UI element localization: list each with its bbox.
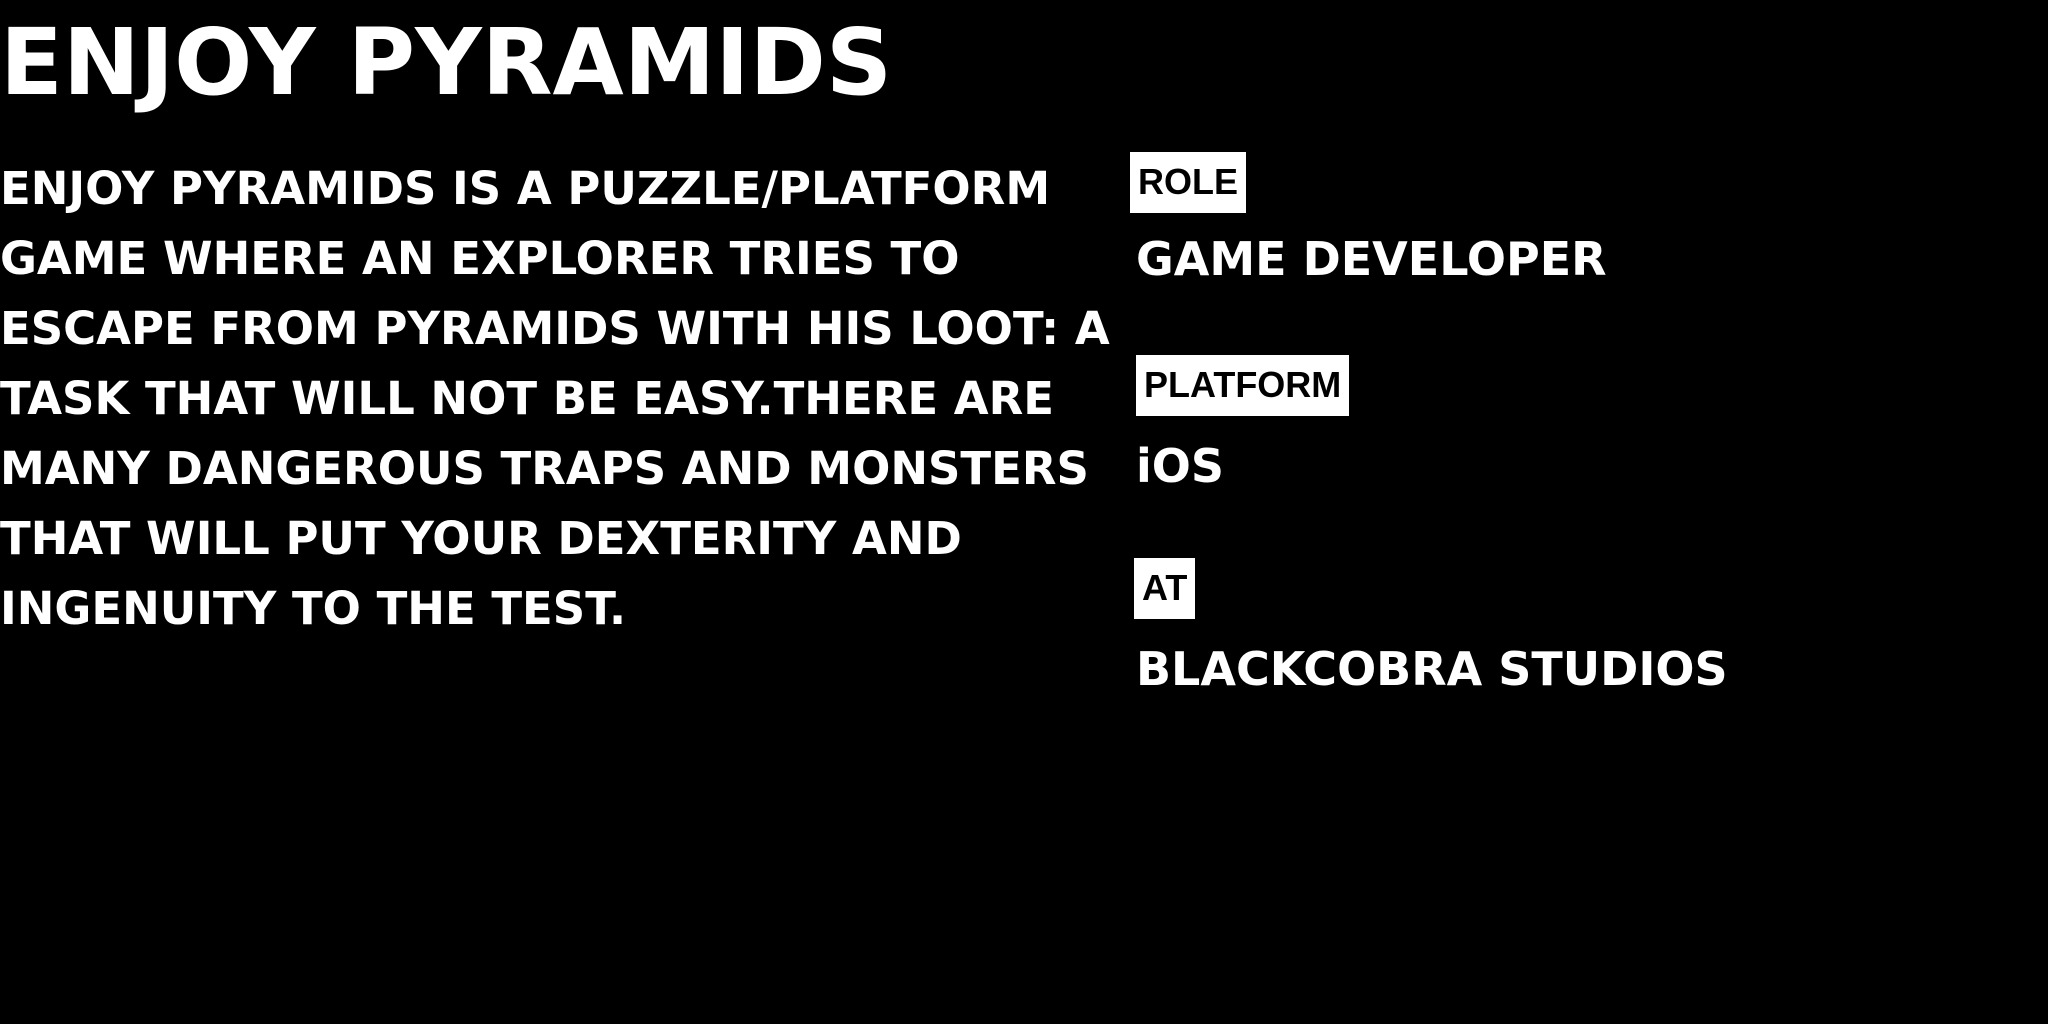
description-line: TASK THAT WILL NOT BE EASY.THERE ARE: [0, 372, 1054, 425]
role-section: ROLE GAME DEVELOPER: [1130, 152, 1607, 289]
project-description: ENJOY PYRAMIDS IS A PUZZLE/PLATFORM GAME…: [0, 154, 1110, 644]
description-line: INGENUITY TO THE TEST.: [0, 582, 627, 635]
platform-section: PLATFORM iOS: [1136, 355, 1350, 496]
platform-value: iOS: [1136, 439, 1225, 493]
platform-label: PLATFORM: [1136, 355, 1350, 416]
studio-section: AT BLACKCOBRA STUDIOS: [1134, 558, 1728, 699]
description-line: MANY DANGEROUS TRAPS AND MONSTERS: [0, 442, 1089, 495]
at-label: AT: [1134, 558, 1196, 619]
role-value: GAME DEVELOPER: [1136, 232, 1607, 286]
studio-value: BLACKCOBRA STUDIOS: [1136, 642, 1728, 696]
description-line: ESCAPE FROM PYRAMIDS WITH HIS LOOT: A: [0, 302, 1110, 355]
description-line: ENJOY PYRAMIDS IS A PUZZLE/PLATFORM: [0, 162, 1051, 215]
description-line: THAT WILL PUT YOUR DEXTERITY AND: [0, 512, 962, 565]
description-line: GAME WHERE AN EXPLORER TRIES TO: [0, 232, 960, 285]
page-title: ENJOY PYRAMIDS: [0, 9, 893, 116]
role-label: ROLE: [1130, 152, 1247, 213]
